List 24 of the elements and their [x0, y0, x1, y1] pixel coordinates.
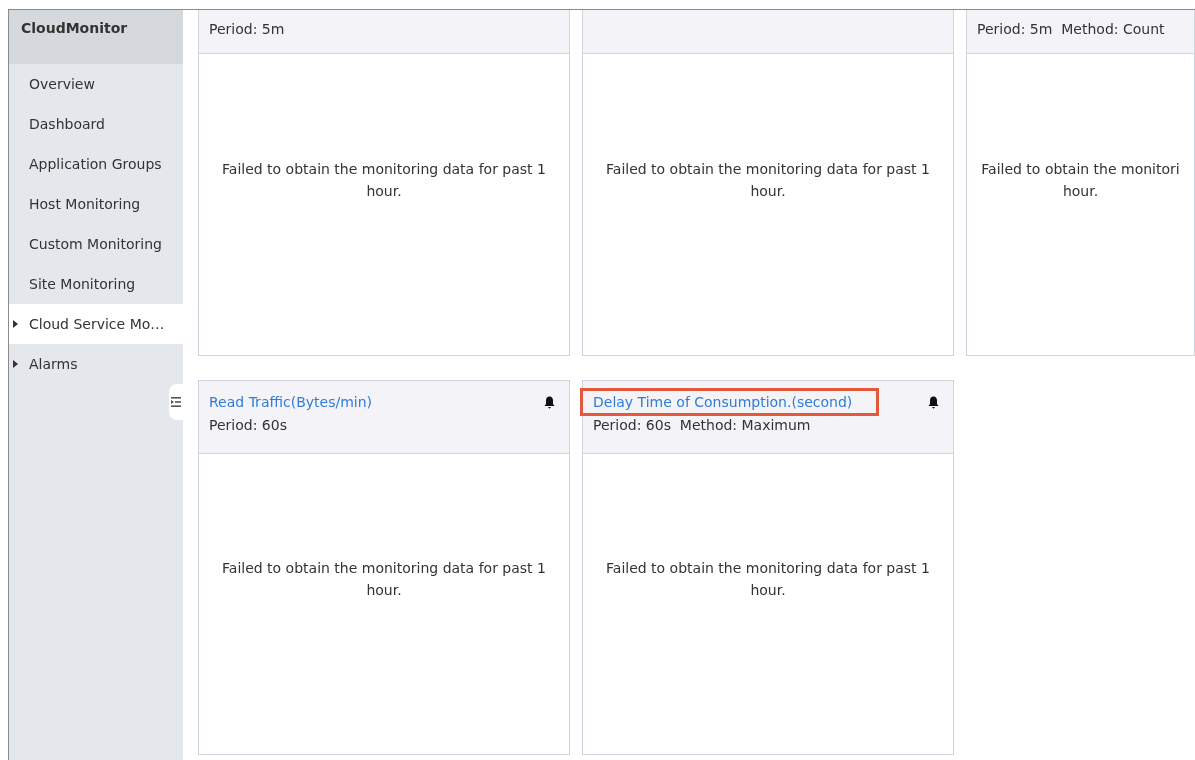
nav-item[interactable]: Cloud Service Mo…: [9, 304, 183, 344]
chart-title-link[interactable]: Read Traffic(Bytes/min): [196, 388, 400, 416]
error-message: Failed to obtain the monitoring data for past 1 hour.: [222, 559, 546, 600]
nav-item[interactable]: Dashboard: [9, 104, 183, 144]
nav-item[interactable]: Application Groups: [9, 144, 183, 184]
collapse-toggle[interactable]: [169, 384, 183, 420]
nav-item[interactable]: Custom Monitoring: [9, 224, 183, 264]
chart-info: Period: 5m: [209, 21, 286, 37]
error-message: Failed to obtain the monitoring data for past 1 hour.: [606, 159, 930, 201]
error-message: Failed to obtain the monitoring data for past 1 hour.: [606, 559, 930, 600]
nav-item[interactable]: Overview: [9, 64, 183, 104]
app-title: CloudMonitor: [21, 20, 128, 36]
chart-title-link[interactable]: Delay Time of Consumption.(second): [580, 388, 880, 416]
error-message: Failed to obtain the monitoring data for past 1 hour.: [222, 159, 546, 201]
nav-item[interactable]: Alarms: [9, 344, 183, 384]
nav-item[interactable]: Site Monitoring: [9, 264, 183, 304]
chart-info: Period: 60s Method: Maximum: [593, 417, 812, 433]
chart-info: Period: 5m Method: Count: [977, 21, 1166, 37]
bell-icon[interactable]: [928, 395, 939, 409]
nav-item[interactable]: Host Monitoring: [9, 184, 183, 224]
bell-icon[interactable]: [544, 395, 555, 409]
error-message: Failed to obtain the monitori hour.: [981, 159, 1180, 201]
menu-icon: [171, 397, 181, 407]
chart-info: Period: 60s: [209, 417, 288, 433]
